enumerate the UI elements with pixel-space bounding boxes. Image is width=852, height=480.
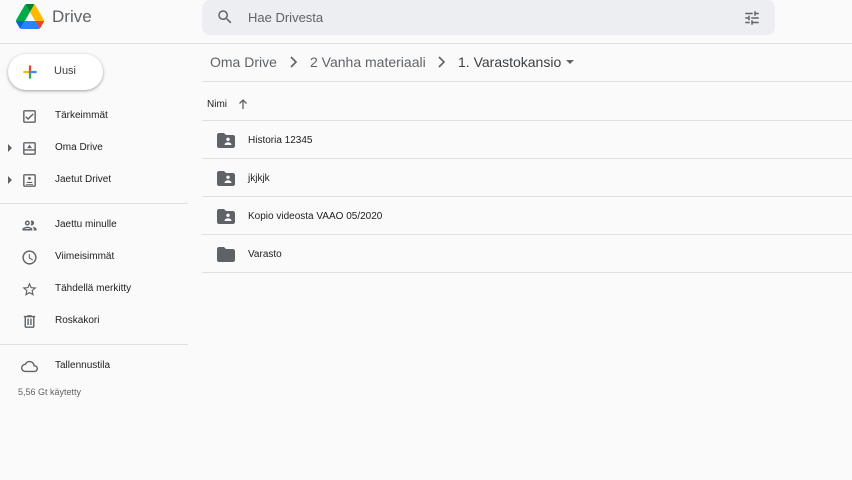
sidebar-item-priority[interactable]: Tärkeimmät [0, 101, 188, 131]
expand-arrow-icon[interactable] [8, 144, 12, 152]
header: Drive [0, 0, 852, 36]
column-header-name: Nimi [207, 99, 227, 110]
cloud-icon [21, 360, 38, 373]
caret-down-icon[interactable] [566, 60, 574, 64]
breadcrumb-divider [202, 81, 852, 82]
sidebar-item-label: Jaetut Drivet [55, 174, 112, 185]
folder-icon [217, 247, 235, 262]
sidebar-divider [0, 344, 188, 345]
people-icon [22, 220, 37, 231]
sidebar-item-label: Tallennustila [55, 360, 111, 371]
list-item[interactable]: Kopio videosta VAAO 05/2020 [202, 197, 852, 235]
sidebar-item-recent[interactable]: Viimeisimmät [0, 242, 188, 272]
folder-name: Historia 12345 [248, 135, 313, 146]
storage-usage-text: 5,56 Gt käytetty [18, 387, 82, 397]
breadcrumb-current[interactable]: 1. Varastokansio [458, 54, 561, 70]
expand-arrow-icon[interactable] [8, 176, 12, 184]
sidebar-item-trash[interactable]: Roskakori [0, 306, 188, 336]
header-divider [0, 43, 852, 44]
sidebar-item-label: Tähdellä merkitty [55, 283, 132, 294]
sidebar-item-storage[interactable]: Tallennustila [0, 351, 188, 381]
shared-folder-icon [217, 171, 235, 186]
tune-icon[interactable] [743, 9, 761, 27]
sidebar-divider [0, 203, 188, 204]
search-icon[interactable] [216, 8, 234, 26]
sidebar-item-shared-drives[interactable]: Jaetut Drivet [0, 165, 188, 195]
breadcrumb-item[interactable]: Oma Drive [210, 54, 277, 70]
sidebar-item-shared-with-me[interactable]: Jaettu minulle [0, 210, 188, 240]
breadcrumb-item[interactable]: 2 Vanha materiaali [310, 54, 426, 70]
sidebar-item-label: Tärkeimmät [55, 110, 108, 121]
checkbox-icon [23, 110, 36, 123]
sidebar-item-label: Viimeisimmät [55, 251, 115, 262]
plus-icon [23, 65, 37, 79]
list-item[interactable]: jkjkjk [202, 159, 852, 197]
folder-name: Kopio videosta VAAO 05/2020 [248, 211, 383, 222]
sidebar-item-label: Roskakori [55, 315, 100, 326]
sidebar-item-label: Jaettu minulle [55, 219, 117, 230]
my-drive-icon [23, 142, 36, 155]
folder-name: jkjkjk [248, 173, 270, 184]
sidebar-item-starred[interactable]: Tähdellä merkitty [0, 274, 188, 304]
sidebar-item-label: Oma Drive [55, 142, 103, 153]
search-input[interactable] [248, 4, 718, 31]
clock-icon [22, 250, 37, 265]
chevron-right-icon [438, 56, 446, 68]
list-item[interactable]: Varasto [202, 235, 852, 273]
arrow-up-icon[interactable] [238, 98, 248, 110]
new-button[interactable]: Uusi [8, 54, 103, 90]
trash-icon [23, 315, 36, 328]
sidebar-item-my-drive[interactable]: Oma Drive [0, 133, 188, 163]
chevron-right-icon [290, 56, 298, 68]
star-icon [22, 282, 37, 296]
google-drive-logo[interactable] [16, 4, 44, 29]
folder-name: Varasto [248, 249, 282, 260]
shared-drives-icon [23, 174, 36, 187]
shared-folder-icon [217, 133, 235, 148]
shared-folder-icon [217, 209, 235, 224]
app-title: Drive [52, 7, 92, 26]
list-item[interactable]: Historia 12345 [202, 121, 852, 159]
search-bar[interactable] [202, 0, 775, 35]
new-button-label: Uusi [54, 65, 77, 77]
